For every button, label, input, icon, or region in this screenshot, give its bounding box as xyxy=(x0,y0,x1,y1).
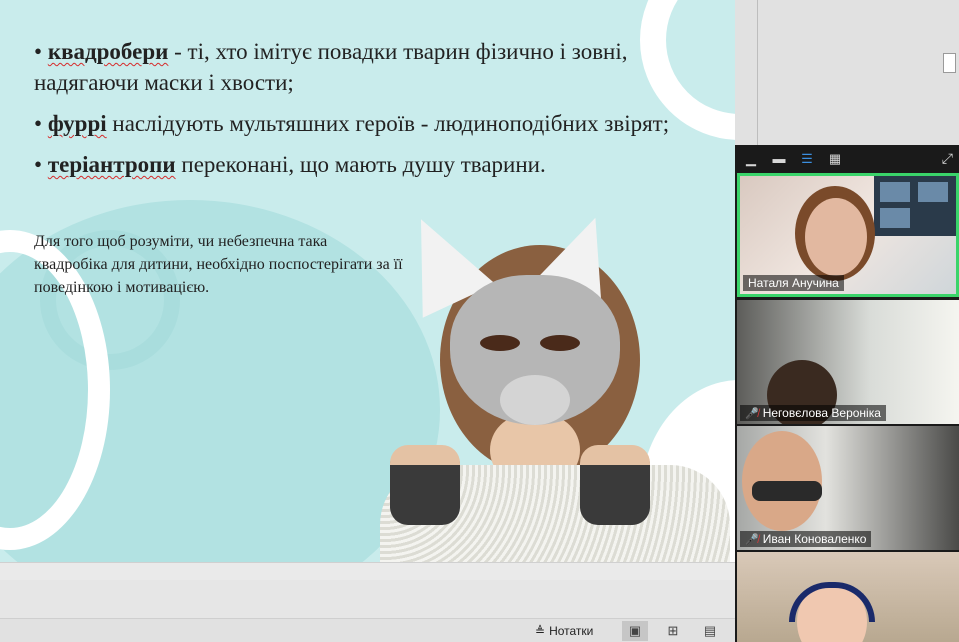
mic-muted-icon: 🎤̸ xyxy=(745,533,759,546)
editor-canvas-area xyxy=(0,562,735,580)
paw-glove xyxy=(390,445,460,525)
expand-icon[interactable]: ⤢ xyxy=(942,150,953,167)
bullet-term: квадробери xyxy=(47,39,169,64)
minimize-icon[interactable]: ▁ xyxy=(743,151,759,167)
bullet-item: • квадробери - ті, хто імітує повадки тв… xyxy=(34,39,628,95)
participant-name-label: 🎤̸ Иван Коноваленко xyxy=(740,531,872,547)
thumb-shape xyxy=(918,182,948,202)
thumb-shape xyxy=(880,182,910,202)
bullet-term: фуррі xyxy=(47,111,107,136)
participant-tile[interactable]: Наталя Анучина xyxy=(737,173,959,297)
participant-glasses xyxy=(752,481,822,501)
mask-snout xyxy=(500,375,570,425)
video-toolbar: ▁ ▬ ☰ ▦ ⤢ xyxy=(735,145,959,172)
slide-sorter-icon[interactable]: ⊞ xyxy=(660,621,686,641)
panel-divider xyxy=(757,0,758,145)
paw-glove xyxy=(580,445,650,525)
bullet-text: переконані, що мають душу тварини. xyxy=(175,152,546,177)
participant-tile[interactable]: 🎤̸ Неговєлова Вероніка xyxy=(737,300,959,424)
normal-view-icon[interactable]: ▣ xyxy=(622,621,648,641)
video-call-panel: ▁ ▬ ☰ ▦ ⤢ Наталя Анучина 🎤̸ Неговєлова В… xyxy=(735,145,959,642)
scrollbar-thumb[interactable] xyxy=(943,53,956,73)
presentation-slide: • квадробери - ті, хто імітує повадки тв… xyxy=(0,0,735,562)
mic-muted-icon: 🎤̸ xyxy=(745,407,759,420)
thumbnail-icon[interactable]: ▬ xyxy=(771,151,787,166)
participant-name-label: 🎤̸ Неговєлова Вероніка xyxy=(740,405,886,421)
notes-icon: ≜ xyxy=(535,624,546,638)
participant-name-label: Наталя Анучина xyxy=(743,275,844,291)
participant-name: Иван Коноваленко xyxy=(762,532,867,546)
thumb-shape xyxy=(880,208,910,228)
bullet-item: • фуррі наслідують мультяшних героїв - л… xyxy=(34,111,670,136)
reading-view-icon[interactable]: ▤ xyxy=(697,621,723,641)
participant-tile[interactable]: 🎤̸ Иван Коноваленко xyxy=(737,426,959,550)
child-in-cat-mask-image xyxy=(380,202,730,562)
editor-side-panel xyxy=(735,0,959,145)
shared-screen-thumbnail xyxy=(874,176,956,236)
speaker-view-icon[interactable]: ☰ xyxy=(799,151,815,167)
participant-tile[interactable] xyxy=(737,552,959,642)
slide-note-text: Для того щоб розуміти, чи небезпечна так… xyxy=(34,233,403,296)
bullet-list: • квадробери - ті, хто імітує повадки тв… xyxy=(34,36,714,190)
participant-name: Неговєлова Вероніка xyxy=(762,406,881,420)
bullet-item: • теріантропи переконані, що мають душу … xyxy=(34,152,546,177)
bullet-text: наслідують мультяшних героїв - людинопод… xyxy=(106,111,670,136)
headphones-shape xyxy=(789,582,875,622)
status-bar: ≜ Нотатки ▣ ⊞ ▤ xyxy=(0,618,735,642)
participant-name: Наталя Анучина xyxy=(748,276,839,290)
participant-face xyxy=(805,198,867,276)
mask-eye xyxy=(540,335,580,351)
notes-button[interactable]: ≜ Нотатки xyxy=(535,622,593,640)
mask-eye xyxy=(480,335,520,351)
gallery-view-icon[interactable]: ▦ xyxy=(827,151,843,167)
notes-label: Нотатки xyxy=(549,624,594,638)
bullet-term: теріантропи xyxy=(47,152,176,177)
